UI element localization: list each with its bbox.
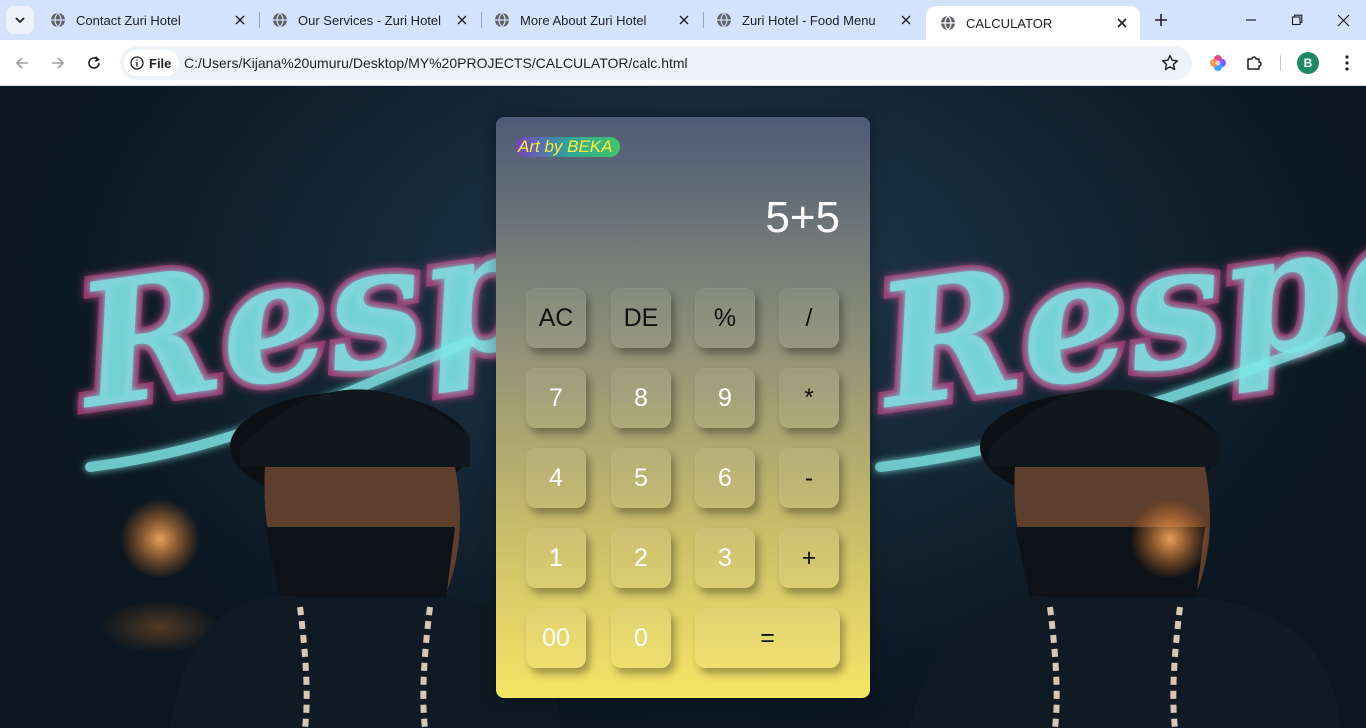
globe-icon <box>717 12 731 28</box>
bookmark-button[interactable] <box>1160 53 1180 73</box>
multiply-button[interactable]: * <box>779 368 839 428</box>
browser-toolbar: File C:/Users/Kijana%20umuru/Desktop/MY%… <box>0 40 1366 86</box>
close-icon[interactable] <box>230 10 250 30</box>
forward-button[interactable] <box>46 51 70 75</box>
close-icon[interactable] <box>1112 13 1132 33</box>
tab-calculator[interactable]: CALCULATOR <box>926 6 1140 40</box>
tab-search-button[interactable] <box>6 6 34 34</box>
close-icon <box>1337 14 1349 26</box>
digit-6-button[interactable]: 6 <box>695 448 755 508</box>
double-zero-button[interactable]: 00 <box>526 608 586 668</box>
delete-button[interactable]: DE <box>611 288 671 348</box>
address-bar[interactable]: File C:/Users/Kijana%20umuru/Desktop/MY%… <box>120 46 1192 80</box>
figure-right <box>910 389 1340 728</box>
reload-icon <box>88 56 100 69</box>
globe-icon <box>51 12 65 28</box>
spark-left <box>120 499 200 579</box>
calculator: Art by BEKA 5+5 AC DE % / 7 8 9 * 4 5 6 … <box>496 117 870 698</box>
tab-food-menu[interactable]: Zuri Hotel - Food Menu <box>702 0 924 40</box>
kebab-menu-icon <box>1345 55 1349 71</box>
extensions-button[interactable] <box>1243 52 1265 74</box>
new-tab-button[interactable] <box>1150 9 1172 31</box>
tab-label: More About Zuri Hotel <box>520 12 647 28</box>
close-icon[interactable] <box>452 10 472 30</box>
minimize-icon <box>1246 19 1256 21</box>
arrow-left-icon <box>15 57 28 69</box>
spark-right <box>1130 499 1210 579</box>
tab-label: CALCULATOR <box>966 15 1053 31</box>
divide-button[interactable]: / <box>779 288 839 348</box>
colorful-flower-icon <box>1210 55 1226 71</box>
tab-about[interactable]: More About Zuri Hotel <box>480 0 702 40</box>
plus-button[interactable]: + <box>779 528 839 588</box>
profile-avatar[interactable]: B <box>1297 52 1319 74</box>
minus-button[interactable]: - <box>779 448 839 508</box>
plus-icon <box>1155 14 1167 26</box>
tab-label: Zuri Hotel - Food Menu <box>742 12 876 28</box>
digit-9-button[interactable]: 9 <box>695 368 755 428</box>
back-button[interactable] <box>10 51 34 75</box>
url-text[interactable]: C:/Users/Kijana%20umuru/Desktop/MY%20PRO… <box>184 55 688 71</box>
close-icon[interactable] <box>674 10 694 30</box>
digit-8-button[interactable]: 8 <box>611 368 671 428</box>
reload-button[interactable] <box>82 51 106 75</box>
digit-7-button[interactable]: 7 <box>526 368 586 428</box>
digit-5-button[interactable]: 5 <box>611 448 671 508</box>
minimize-button[interactable] <box>1228 0 1274 40</box>
digit-2-button[interactable]: 2 <box>611 528 671 588</box>
globe-icon <box>941 15 955 31</box>
toolbar-divider <box>1280 55 1281 71</box>
puzzle-icon <box>1247 56 1262 70</box>
security-chip-label: File <box>149 55 172 71</box>
tab-strip: Contact Zuri Hotel Our Services - Zuri H… <box>0 0 1366 40</box>
digit-4-button[interactable]: 4 <box>526 448 586 508</box>
star-icon <box>1161 54 1179 71</box>
restore-icon <box>1291 14 1303 26</box>
tab-label: Contact Zuri Hotel <box>76 12 181 28</box>
tab-label: Our Services - Zuri Hotel <box>298 12 442 28</box>
extension-ai-button[interactable] <box>1207 52 1229 74</box>
digit-0-button[interactable]: 0 <box>611 608 671 668</box>
tab-contact[interactable]: Contact Zuri Hotel <box>36 0 258 40</box>
digit-3-button[interactable]: 3 <box>695 528 755 588</box>
window-close-button[interactable] <box>1320 0 1366 40</box>
restore-button[interactable] <box>1274 0 1320 40</box>
tab-services[interactable]: Our Services - Zuri Hotel <box>258 0 480 40</box>
clear-button[interactable]: AC <box>526 288 586 348</box>
percent-button[interactable]: % <box>695 288 755 348</box>
globe-icon <box>273 12 287 28</box>
menu-button[interactable] <box>1336 52 1358 74</box>
page-viewport: Respect Respect Respect Respect Art by B… <box>0 87 1366 728</box>
equals-button[interactable]: = <box>695 608 840 668</box>
arrow-right-icon <box>52 57 65 69</box>
globe-icon <box>495 12 509 28</box>
site-info-chip[interactable]: File <box>124 50 180 76</box>
info-icon <box>130 56 144 70</box>
chevron-down-icon <box>15 17 25 24</box>
brand-label: Art by BEKA <box>516 137 621 157</box>
calculator-display: 5+5 <box>765 193 840 242</box>
digit-1-button[interactable]: 1 <box>526 528 586 588</box>
close-icon[interactable] <box>896 10 916 30</box>
